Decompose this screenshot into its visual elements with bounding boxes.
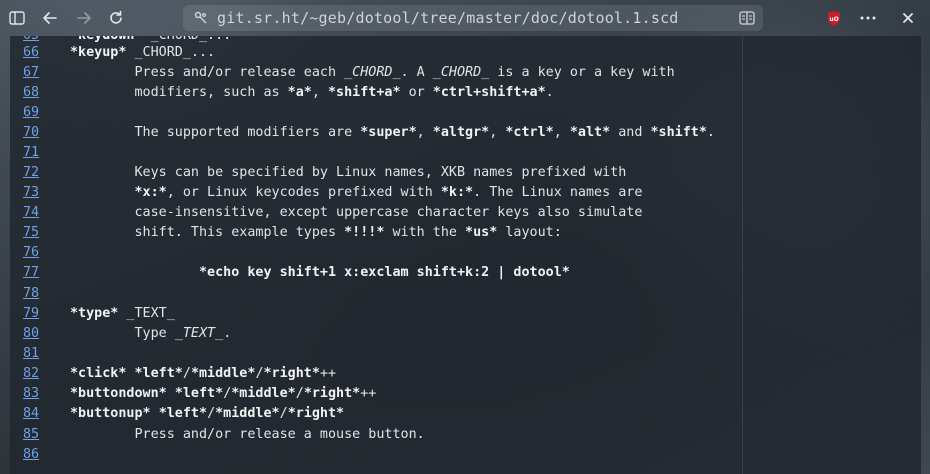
- url-bar[interactable]: git.sr.ht/~geb/dotool/tree/master/doc/do…: [183, 5, 763, 31]
- forward-arrow-icon[interactable]: [72, 6, 96, 30]
- close-icon[interactable]: [896, 6, 920, 30]
- code-line: 76: [10, 243, 921, 263]
- line-number[interactable]: 66: [23, 43, 55, 63]
- reader-view-icon[interactable]: [735, 6, 759, 30]
- line-number[interactable]: 79: [23, 304, 55, 324]
- line-text: *click* *left*/*middle*/*right*++: [70, 366, 337, 381]
- code-line: 70 The supported modifiers are *super*, …: [10, 123, 921, 143]
- line-number[interactable]: 82: [23, 364, 55, 384]
- line-number[interactable]: 69: [23, 103, 55, 123]
- line-number[interactable]: 71: [23, 143, 55, 163]
- code-line: 66 *keyup* _CHORD_...: [10, 43, 921, 63]
- code-line: 75 shift. This example types *!!!* with …: [10, 223, 921, 243]
- line-number[interactable]: 80: [23, 324, 55, 344]
- url-text[interactable]: git.sr.ht/~geb/dotool/tree/master/doc/do…: [217, 9, 679, 27]
- line-text: *type* _TEXT_: [70, 306, 175, 321]
- line-text: modifiers, such as *a*, *shift+a* or *ct…: [70, 85, 554, 100]
- more-menu-icon[interactable]: [856, 6, 880, 30]
- line-number[interactable]: 74: [23, 203, 55, 223]
- line-text: Type _TEXT_.: [70, 326, 232, 341]
- line-number[interactable]: 68: [23, 83, 55, 103]
- browser-toolbar: git.sr.ht/~geb/dotool/tree/master/doc/do…: [0, 0, 930, 36]
- line-number[interactable]: 72: [23, 163, 55, 183]
- line-number[interactable]: 73: [23, 183, 55, 203]
- code-line: 73 *x:*, or Linux keycodes prefixed with…: [10, 183, 921, 203]
- line-text: *buttonup* *left*/*middle*/*right*: [70, 406, 345, 421]
- code-line: 67 Press and/or release each _CHORD_. A …: [10, 63, 921, 83]
- ublock-shield-icon[interactable]: uO: [822, 6, 846, 30]
- line-text: Press and/or release each _CHORD_. A _CH…: [70, 65, 675, 80]
- line-number[interactable]: 78: [23, 284, 55, 304]
- line-number[interactable]: 70: [23, 123, 55, 143]
- line-number[interactable]: 85: [23, 425, 55, 445]
- code-line: 82 *click* *left*/*middle*/*right*++: [10, 364, 921, 384]
- svg-text:uO: uO: [829, 16, 838, 23]
- line-number[interactable]: 81: [23, 344, 55, 364]
- line-text: *x:*, or Linux keycodes prefixed with *k…: [134, 185, 643, 200]
- sidebar-icon[interactable]: [5, 6, 29, 30]
- code-line: 69: [10, 103, 921, 123]
- code-line: 68 modifiers, such as *a*, *shift+a* or …: [10, 83, 921, 103]
- code-line: 85 Press and/or release a mouse button.: [10, 425, 921, 445]
- line-text: *keyup* _CHORD_...: [70, 45, 216, 60]
- code-line: 74 case-insensitive, except uppercase ch…: [10, 203, 921, 223]
- back-arrow-icon[interactable]: [38, 6, 62, 30]
- line-text: Press and/or release a mouse button.: [70, 427, 425, 442]
- code-line: 80 Type _TEXT_.: [10, 324, 921, 344]
- line-text: case-insensitive, except uppercase chara…: [70, 205, 643, 220]
- line-number[interactable]: 75: [23, 223, 55, 243]
- reload-icon[interactable]: [104, 6, 128, 30]
- code-line: 83 *buttondown* *left*/*middle*/*right*++: [10, 384, 921, 404]
- line-number[interactable]: 86: [23, 445, 55, 465]
- code-line: 79 *type* _TEXT_: [10, 304, 921, 324]
- line-number[interactable]: 84: [23, 404, 55, 424]
- code-line: 71: [10, 143, 921, 163]
- line-text: *buttondown* *left*/*middle*/*right*++: [70, 386, 377, 401]
- code-line: 78: [10, 284, 921, 304]
- line-number[interactable]: 76: [23, 243, 55, 263]
- code-line: 77 *echo key shift+1 x:exclam shift+k:2 …: [10, 263, 921, 283]
- line-number[interactable]: 83: [23, 384, 55, 404]
- code-line: 72 Keys can be specified by Linux names,…: [10, 163, 921, 183]
- line-number[interactable]: 67: [23, 63, 55, 83]
- code-line: 84 *buttonup* *left*/*middle*/*right*: [10, 404, 921, 424]
- line-text: Keys can be specified by Linux names, XK…: [70, 165, 627, 180]
- line-text: *echo key shift+1 x:exclam shift+k:2 | d…: [199, 265, 570, 280]
- code-line: 86: [10, 445, 921, 465]
- line-text: The supported modifiers are *super*, *al…: [70, 125, 715, 140]
- source-view: 65*keydown* _CHORD_... 66*keyup* _CHORD_…: [10, 36, 921, 474]
- code-line: 81: [10, 344, 921, 364]
- line-number[interactable]: 77: [23, 263, 55, 283]
- line-text: shift. This example types *!!!* with the…: [70, 225, 562, 240]
- site-info-icon[interactable]: [189, 6, 213, 30]
